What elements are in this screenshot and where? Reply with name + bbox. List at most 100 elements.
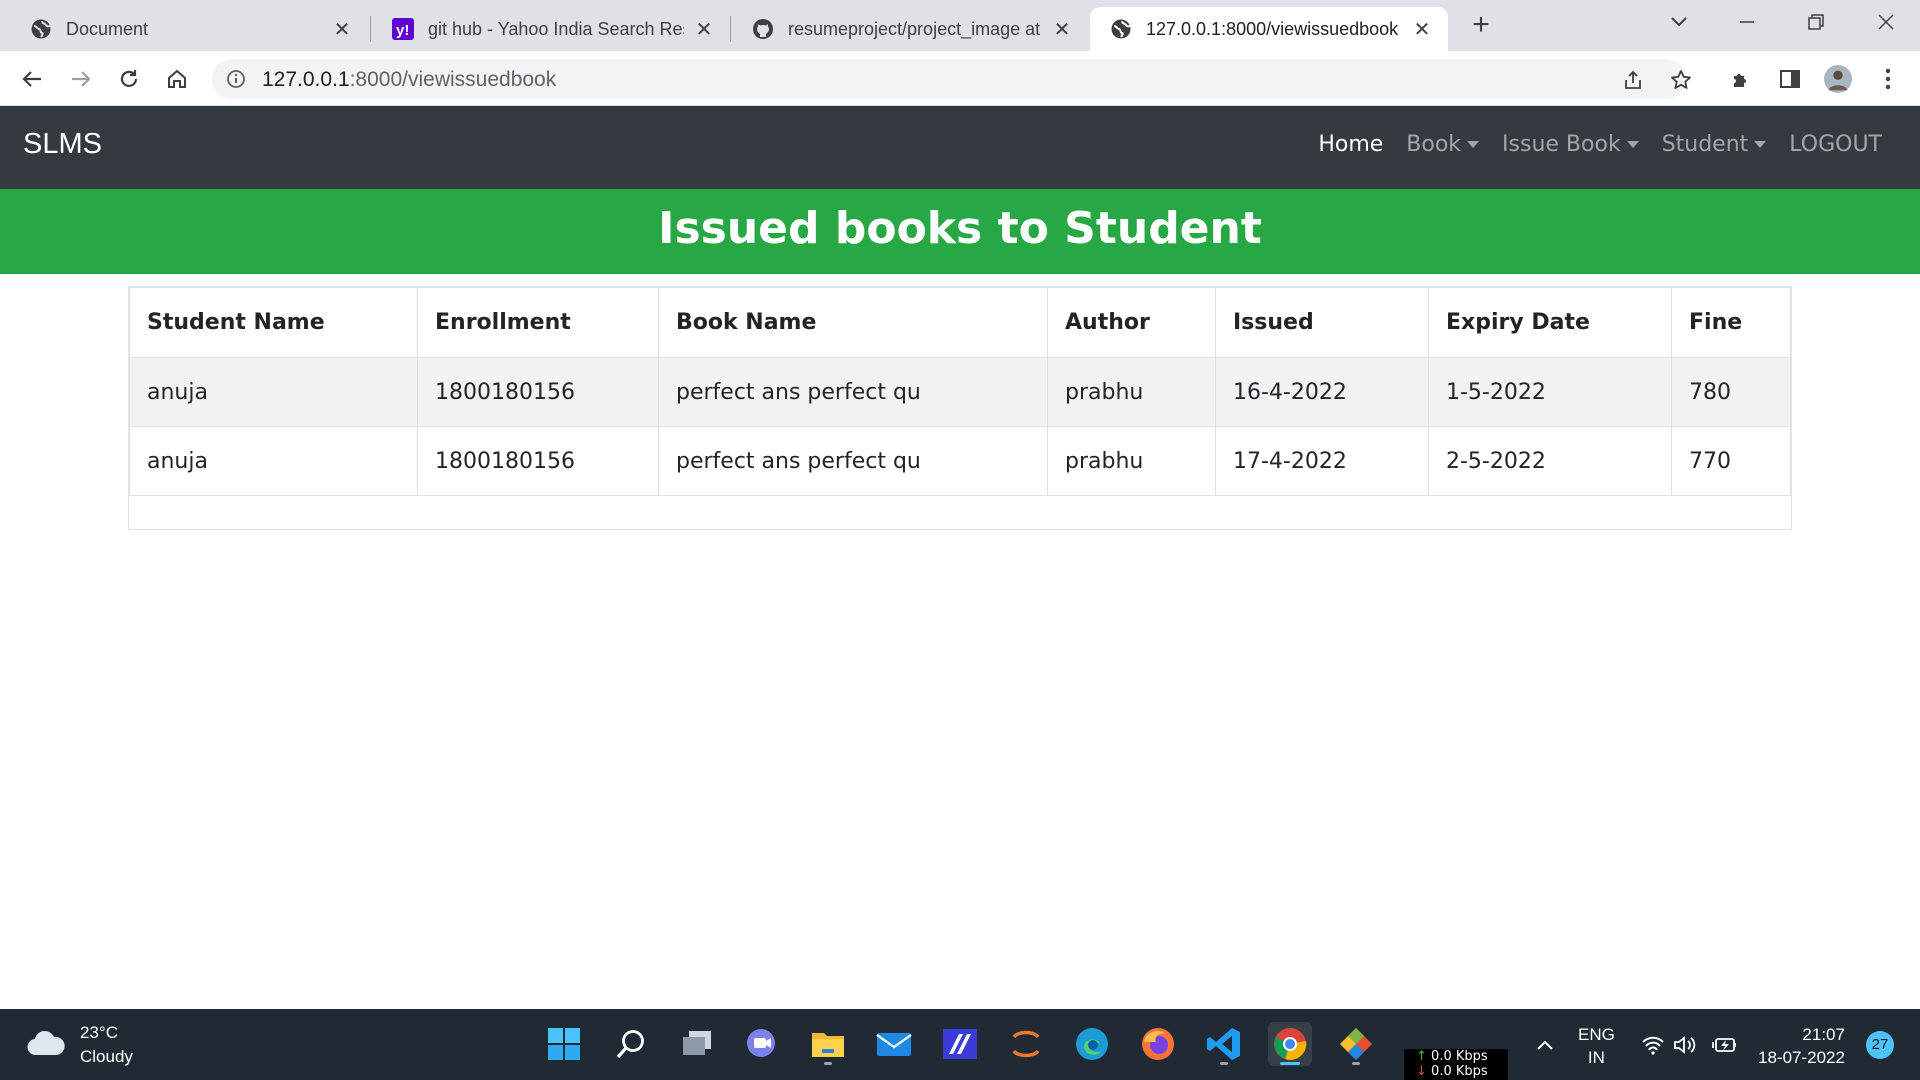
tab-viewissuedbook[interactable]: 127.0.0.1:8000/viewissuedbook ✕ <box>1090 7 1448 51</box>
column-header: Student Name <box>129 287 418 358</box>
column-header: Enrollment <box>417 287 659 358</box>
active-app-indicator <box>1280 1062 1300 1065</box>
nav-student-dropdown[interactable]: Student <box>1662 132 1767 157</box>
address-bar[interactable]: 127.0.0.1:8000/viewissuedbook <box>212 59 1691 99</box>
issued-books-table: Student Name Enrollment Book Name Author… <box>129 287 1791 496</box>
cell-author: prabhu <box>1047 426 1216 496</box>
nav-label: Issue Book <box>1502 132 1621 157</box>
back-icon[interactable] <box>16 63 48 95</box>
git-icon[interactable] <box>1334 1022 1378 1066</box>
powerautomate-icon[interactable] <box>938 1022 982 1066</box>
close-window-icon[interactable] <box>1866 6 1906 38</box>
tab-divider <box>730 16 731 42</box>
nav-book-dropdown[interactable]: Book <box>1406 132 1480 157</box>
caret-down-icon <box>1754 141 1767 148</box>
site-info-icon[interactable] <box>226 69 246 89</box>
tab-divider <box>370 16 371 42</box>
download-speed-value: 0.0 Kbps <box>1431 1064 1488 1079</box>
tab-title: 127.0.0.1:8000/viewissuedbook <box>1146 18 1399 39</box>
nav-logout[interactable]: LOGOUT <box>1789 132 1882 157</box>
weather-temperature: 23°C <box>80 1023 118 1042</box>
minimize-icon[interactable] <box>1727 6 1767 38</box>
restore-icon[interactable] <box>1796 6 1836 38</box>
cell-fine: 770 <box>1671 426 1791 496</box>
nav-links: Home Book Issue Book Student LOGOUT <box>1295 132 1882 157</box>
wifi-icon[interactable] <box>1640 1033 1666 1057</box>
clock-time: 21:07 <box>1802 1025 1845 1044</box>
browser-tab-strip: Document ✕ y! git hub - Yahoo India Sear… <box>0 0 1920 51</box>
column-header: Issued <box>1215 287 1429 358</box>
edge-browser-icon[interactable] <box>1070 1022 1114 1066</box>
cell-issued: 16-4-2022 <box>1215 357 1429 427</box>
jupyter-icon[interactable] <box>1004 1022 1048 1066</box>
close-icon[interactable]: ✕ <box>1410 17 1434 41</box>
language-code: ENG <box>1578 1025 1615 1044</box>
chrome-icon[interactable] <box>1268 1022 1312 1066</box>
close-icon[interactable]: ✕ <box>330 17 354 41</box>
globe-icon <box>30 18 52 40</box>
battery-charging-icon[interactable] <box>1712 1033 1738 1057</box>
windows-taskbar: 23°C Cloudy ↑ 0.0 Kbps ↓ 0.0 Kbps ENG IN… <box>0 1009 1920 1080</box>
column-header: Author <box>1047 287 1216 358</box>
system-clock[interactable]: 21:07 18-07-2022 <box>1758 1023 1845 1069</box>
tab-document[interactable]: Document ✕ <box>10 7 368 51</box>
globe-icon <box>1110 18 1132 40</box>
site-brand[interactable]: SLMS <box>23 128 102 161</box>
cloud-icon <box>26 1029 66 1062</box>
nav-issue-book-dropdown[interactable]: Issue Book <box>1502 132 1639 157</box>
reload-icon[interactable] <box>113 63 145 95</box>
cell-book-name: perfect ans perfect qu <box>658 357 1048 427</box>
close-icon[interactable]: ✕ <box>692 17 716 41</box>
new-tab-button[interactable]: + <box>1466 10 1496 40</box>
forward-icon[interactable] <box>65 63 97 95</box>
running-indicator <box>1352 1062 1360 1065</box>
cell-fine: 780 <box>1671 357 1791 427</box>
tab-yahoo-search[interactable]: y! git hub - Yahoo India Search Res ✕ <box>372 7 730 51</box>
table-header-row: Student Name Enrollment Book Name Author… <box>129 287 1791 358</box>
tab-github[interactable]: resumeproject/project_image at ✕ <box>732 7 1088 51</box>
notification-count-badge[interactable]: 27 <box>1866 1031 1894 1059</box>
tab-title: resumeproject/project_image at <box>788 18 1041 39</box>
extensions-puzzle-icon[interactable] <box>1728 65 1756 93</box>
cell-enrollment: 1800180156 <box>417 357 659 427</box>
nav-label: Home <box>1318 132 1384 157</box>
home-icon[interactable] <box>161 63 193 95</box>
running-indicator <box>824 1062 832 1065</box>
url-text: 127.0.0.1:8000/viewissuedbook <box>262 68 556 92</box>
mail-icon[interactable] <box>872 1022 916 1066</box>
share-icon[interactable] <box>1622 69 1644 91</box>
url-path: :8000/viewissuedbook <box>349 68 557 91</box>
tab-search-chevron-icon[interactable] <box>1659 6 1699 38</box>
close-icon[interactable]: ✕ <box>1050 17 1074 41</box>
firefox-icon[interactable] <box>1136 1022 1180 1066</box>
windows-start-icon[interactable] <box>542 1022 586 1066</box>
teams-chat-icon[interactable] <box>740 1022 784 1066</box>
cell-expiry-date: 1-5-2022 <box>1428 357 1672 427</box>
svg-text:y!: y! <box>396 22 409 39</box>
language-region: IN <box>1587 1048 1605 1067</box>
cell-student-name: anuja <box>129 357 418 427</box>
weather-condition: Cloudy <box>80 1047 133 1066</box>
profile-avatar[interactable] <box>1824 65 1852 93</box>
vscode-icon[interactable] <box>1202 1022 1246 1066</box>
nav-label: Student <box>1661 132 1749 157</box>
table-row: anuja 1800180156 perfect ans perfect qu … <box>129 357 1791 427</box>
issued-books-table-container: Student Name Enrollment Book Name Author… <box>128 286 1792 530</box>
input-language-indicator[interactable]: ENG IN <box>1578 1023 1615 1069</box>
bookmark-star-icon[interactable] <box>1670 69 1692 91</box>
nav-label: LOGOUT <box>1789 132 1882 157</box>
task-view-icon[interactable] <box>675 1022 719 1066</box>
search-icon[interactable] <box>609 1022 653 1066</box>
page-title-banner: Issued books to Student <box>0 189 1920 274</box>
browser-menu-icon[interactable] <box>1874 65 1902 93</box>
yahoo-icon: y! <box>392 18 414 40</box>
file-explorer-icon[interactable] <box>806 1022 850 1066</box>
side-panel-icon[interactable] <box>1776 65 1804 93</box>
weather-text: 23°C Cloudy <box>80 1021 133 1069</box>
nav-home[interactable]: Home <box>1318 132 1383 157</box>
running-indicator <box>1220 1062 1228 1065</box>
volume-icon[interactable] <box>1672 1033 1698 1057</box>
upload-speed: ↑ 0.0 Kbps <box>1416 1049 1488 1064</box>
show-hidden-icons-chevron-icon[interactable] <box>1532 1033 1558 1057</box>
weather-widget[interactable]: 23°C Cloudy <box>26 1021 133 1069</box>
